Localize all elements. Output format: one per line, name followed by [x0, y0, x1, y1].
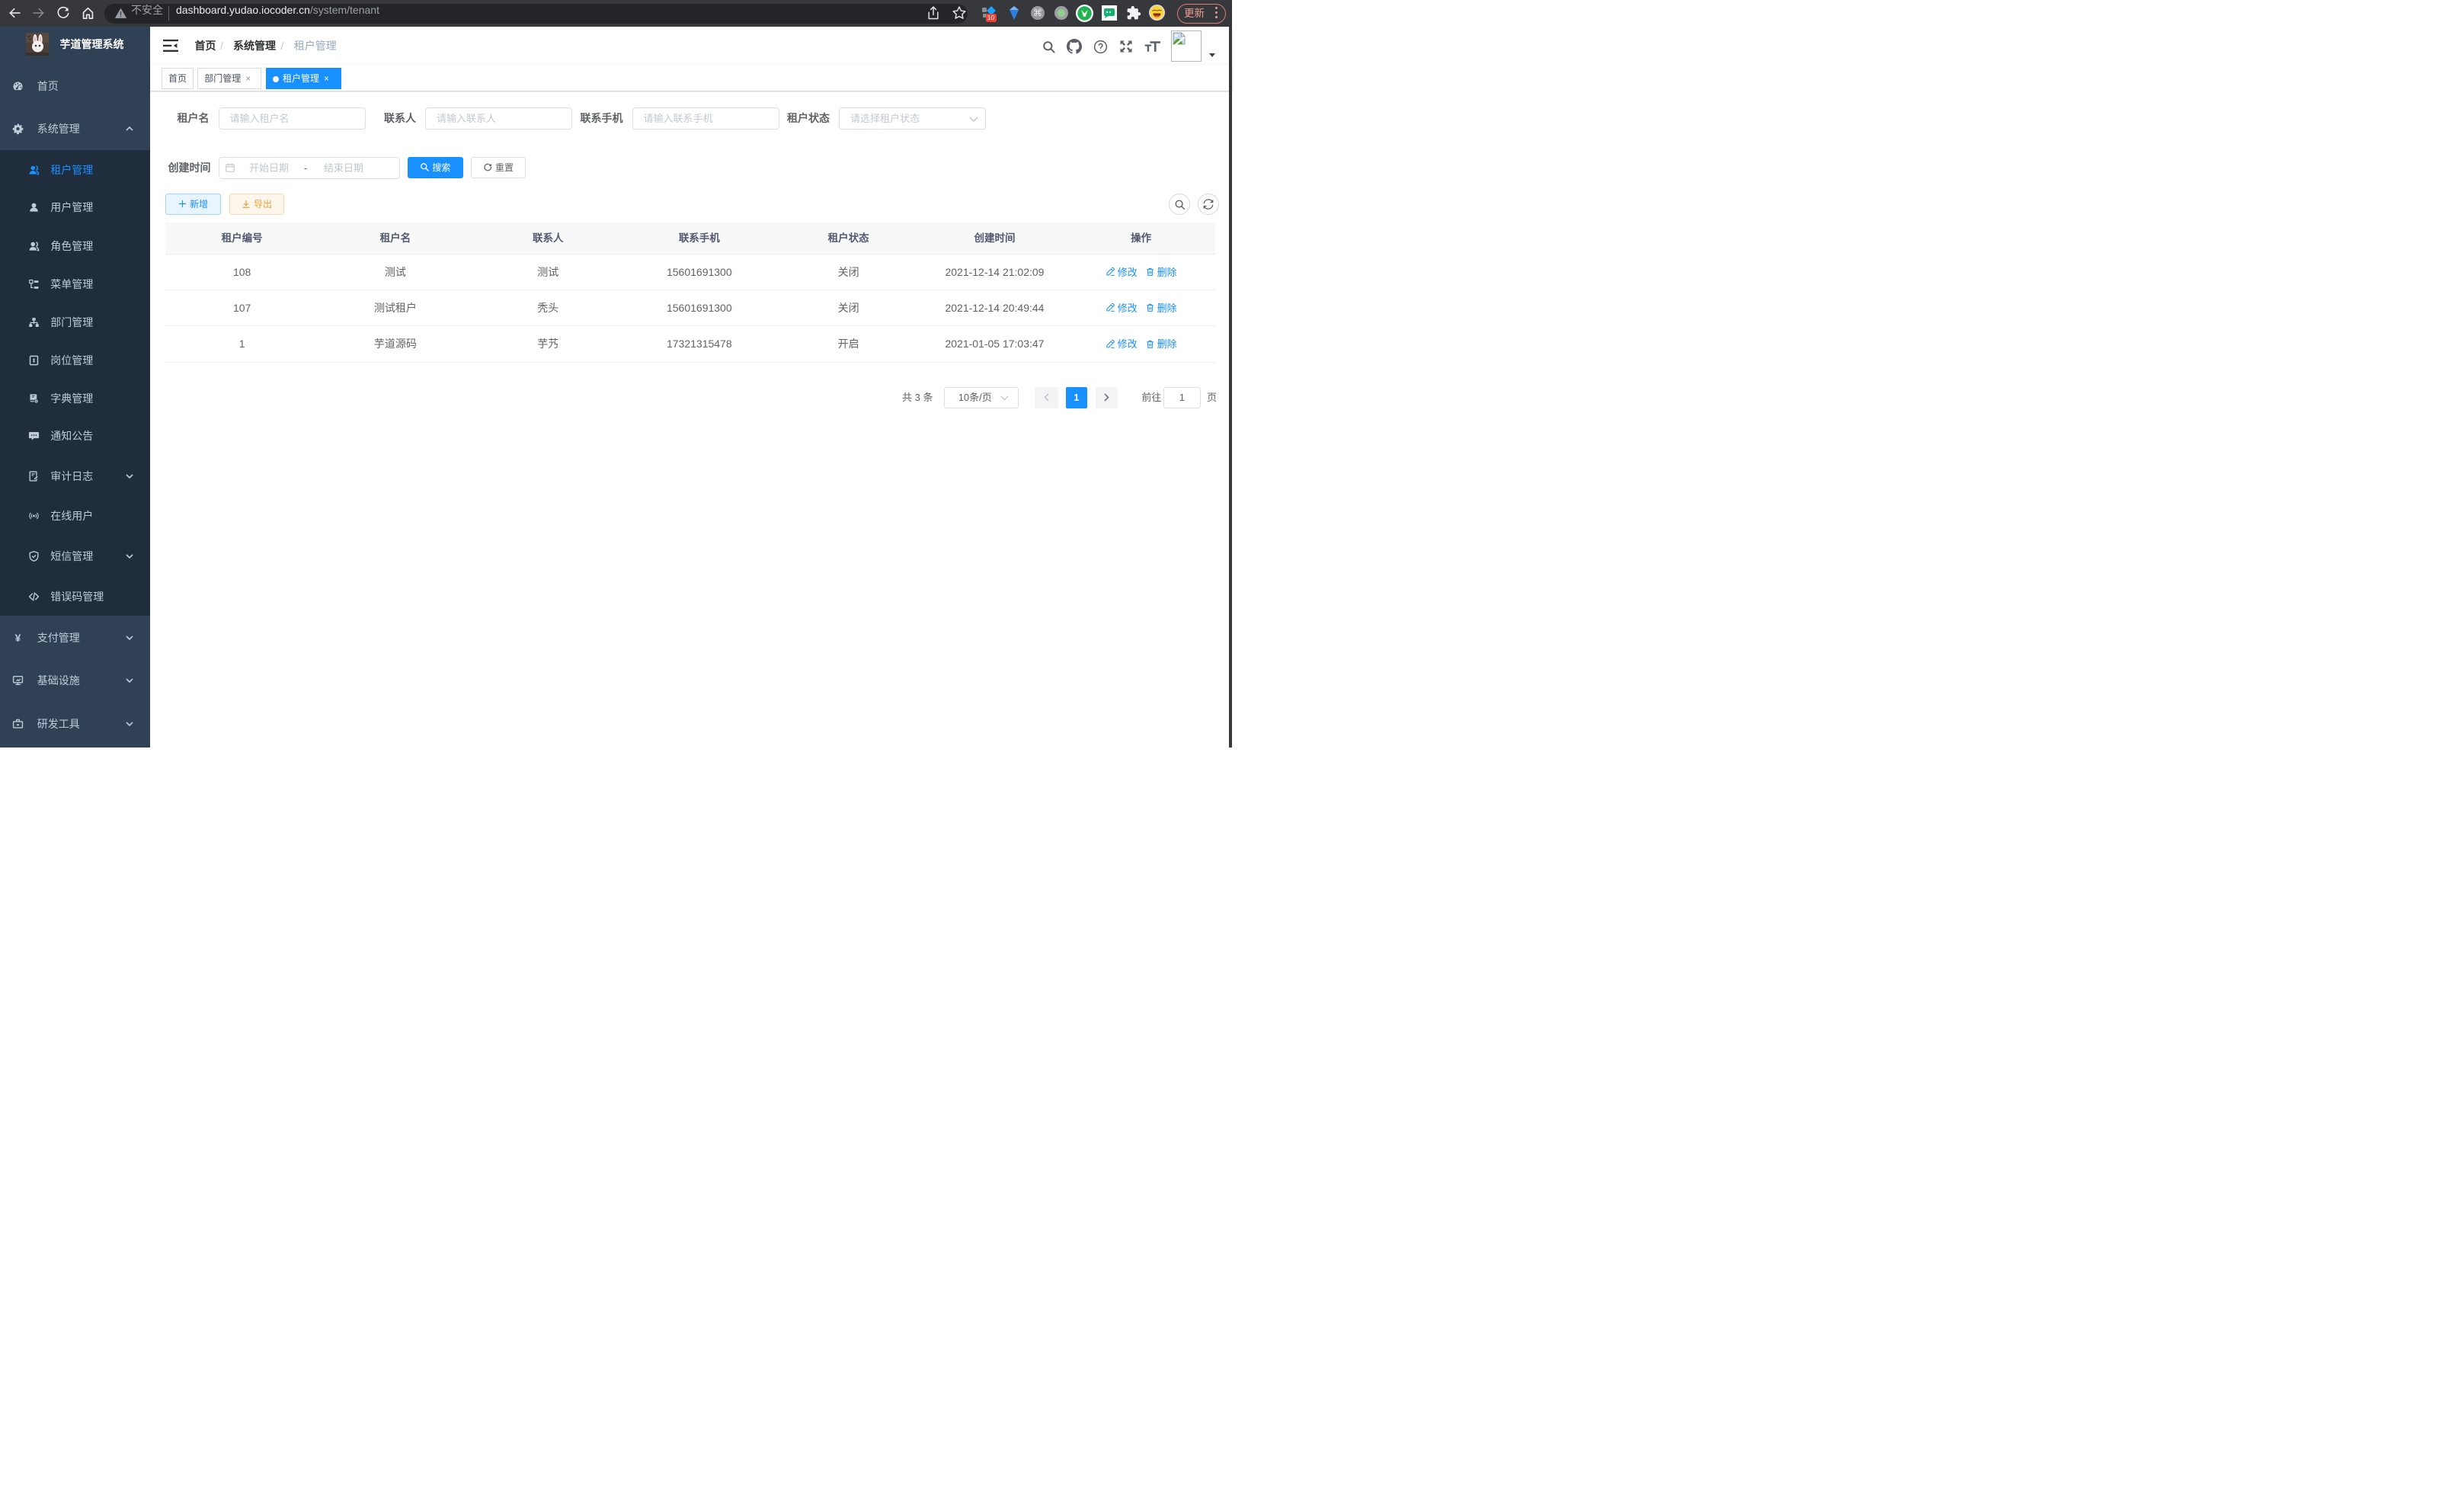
svg-text:⌘: ⌘ — [1033, 8, 1043, 18]
svg-text:¥: ¥ — [15, 632, 21, 644]
